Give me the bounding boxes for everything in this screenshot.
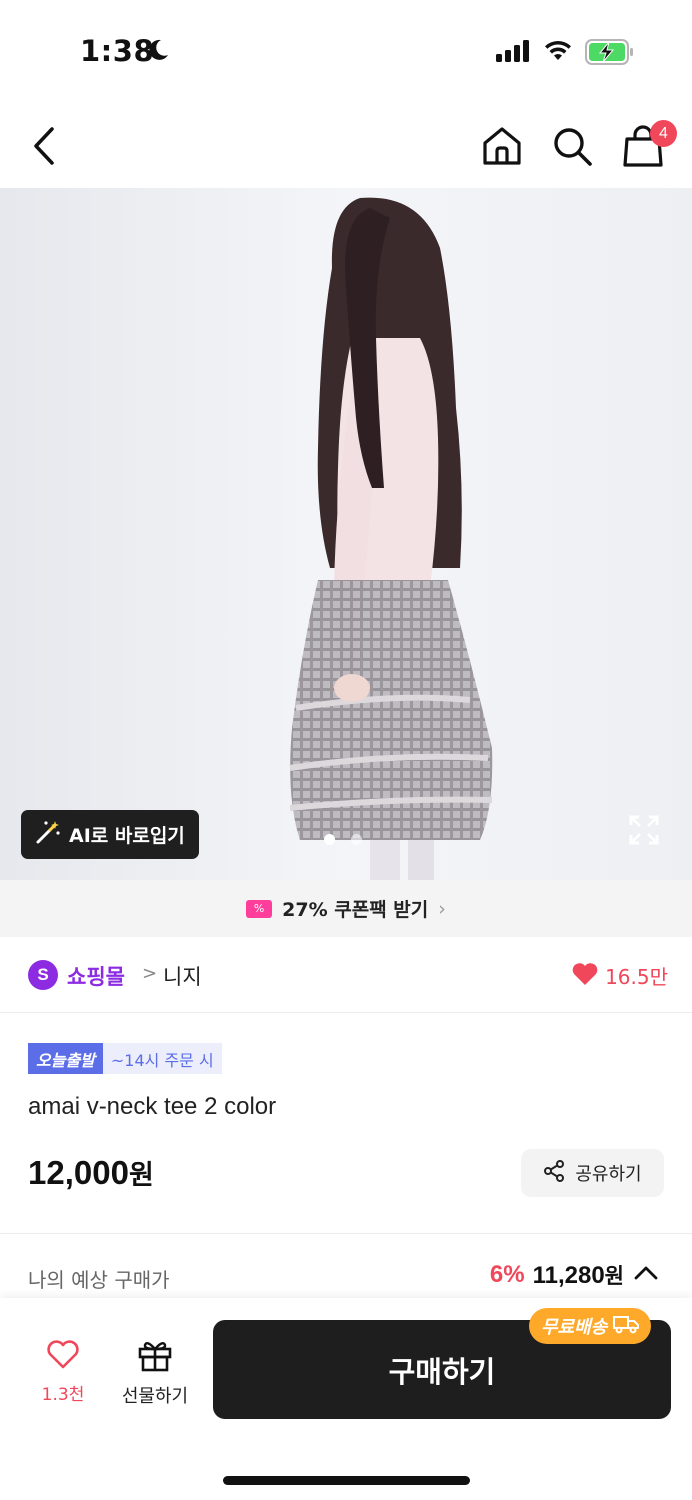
coupon-text: 27% 쿠폰팩 받기 (282, 899, 429, 921)
share-label: 공유하기 (575, 1164, 642, 1185)
expand-icon[interactable] (628, 814, 660, 850)
brand-like-button[interactable]: 16.5만 (571, 961, 668, 990)
free-shipping-label: 무료배송 (541, 1317, 608, 1338)
estimated-price-number: 11,280 (532, 1262, 605, 1289)
discount-percent: 6% (489, 1261, 525, 1288)
divider (0, 1233, 692, 1234)
home-indicator (223, 1476, 470, 1485)
estimated-price: 11,280원 (533, 1260, 624, 1290)
back-arrow-icon[interactable] (24, 124, 64, 168)
ai-try-on-button[interactable]: AI로 바로입기 (21, 810, 199, 859)
price-unit: 원 (128, 1160, 154, 1191)
share-button[interactable]: 공유하기 (521, 1149, 664, 1197)
product-price: 12,000원 (28, 1153, 154, 1192)
estimated-price-row[interactable]: 나의 예상 구매가 6% 11,280원 (0, 1258, 692, 1298)
shop-name-link[interactable]: 쇼핑몰 (67, 961, 125, 991)
pagination-dot-active[interactable] (324, 834, 335, 845)
truck-icon (613, 1314, 640, 1339)
gift-button[interactable]: 선물하기 (112, 1338, 198, 1408)
product-image[interactable]: AI로 바로입기 (0, 188, 692, 880)
brand-name-link[interactable]: 니지 (163, 961, 202, 991)
share-icon (543, 1159, 565, 1187)
buy-label: 구매하기 (388, 1354, 496, 1389)
top-nav (0, 110, 692, 188)
wishlist-button[interactable]: 1.3천 (28, 1340, 98, 1405)
chevron-up-icon[interactable] (632, 1263, 660, 1287)
status-time: 1:38 (80, 34, 155, 68)
shipping-cutoff-badge: ~14시 주문 시 (102, 1043, 222, 1074)
product-photo (0, 188, 692, 880)
estimated-price-value: 6% 11,280원 (490, 1260, 660, 1290)
ai-try-on-label: AI로 바로입기 (69, 825, 185, 847)
image-pagination (324, 834, 362, 845)
same-day-shipping-badge: 오늘출발 (28, 1043, 103, 1074)
estimated-price-unit: 원 (604, 1264, 624, 1288)
coupon-icon: % (246, 899, 273, 918)
heart-filled-icon (571, 962, 599, 990)
status-bar: 1:38 (0, 0, 692, 100)
search-icon[interactable] (552, 126, 594, 172)
signal-icon (496, 40, 530, 66)
shipping-badges: 오늘출발 ~14시 주문 시 (28, 1043, 222, 1074)
cart-count-badge: 4 (650, 120, 677, 147)
estimated-price-label: 나의 예상 구매가 (28, 1268, 170, 1292)
pagination-dot[interactable] (351, 834, 362, 845)
battery-charging-icon (585, 39, 635, 69)
heart-outline-icon (46, 1340, 80, 1374)
free-shipping-badge: 무료배송 (529, 1308, 652, 1344)
product-title: amai v-neck tee 2 color (28, 1093, 277, 1120)
wifi-icon (543, 38, 573, 66)
home-icon[interactable] (480, 124, 524, 172)
breadcrumb-separator: > (142, 963, 158, 984)
shop-row: S 쇼핑몰 > 니지 16.5만 (0, 937, 692, 1013)
chevron-right-icon: › (438, 897, 446, 920)
shop-logo[interactable]: S (28, 960, 58, 990)
wishlist-count: 1.3천 (41, 1385, 85, 1405)
bottom-action-bar: 1.3천 선물하기 구매하기 무료배송 (0, 1298, 692, 1500)
price-number: 12,000 (28, 1154, 129, 1191)
brand-like-count: 16.5만 (605, 965, 668, 989)
gift-icon (137, 1338, 173, 1376)
magic-wand-icon (35, 819, 61, 850)
gift-label: 선물하기 (121, 1386, 189, 1407)
moon-icon (146, 38, 170, 66)
coupon-banner[interactable]: % 27% 쿠폰팩 받기 › (0, 880, 692, 937)
